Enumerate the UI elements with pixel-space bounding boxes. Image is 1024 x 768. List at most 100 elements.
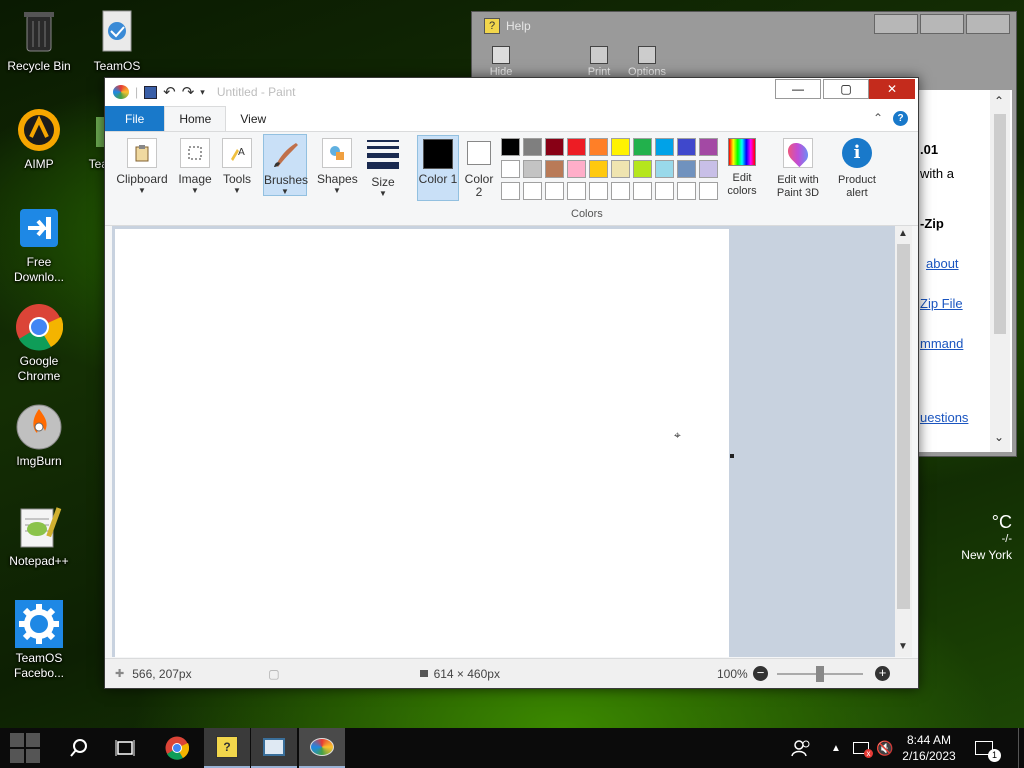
palette-swatch[interactable] [589,138,608,156]
paint-minimize-button[interactable]: — [775,79,821,99]
paint-app-icon[interactable] [113,85,129,99]
scroll-down-icon[interactable]: ▼ [898,641,908,652]
scroll-down-icon[interactable]: ⌄ [994,430,1004,444]
help-scrollbar[interactable]: ⌃ ⌄ [990,90,1010,452]
desktop-icon-notepadpp[interactable]: Notepad++ [0,503,78,569]
help-maximize-button[interactable] [920,14,964,34]
desktop-icon-free-download[interactable]: Free Downlo... [0,204,78,285]
custom-color-slot[interactable] [567,182,586,200]
scroll-thumb[interactable] [994,114,1006,334]
brushes-group[interactable]: Brushes ▼ [263,134,308,196]
palette-swatch[interactable] [567,138,586,156]
task-view-button[interactable] [102,728,148,768]
clipboard-group[interactable]: Clipboard ▼ [113,138,171,195]
start-button[interactable] [0,728,50,768]
weather-widget[interactable]: °C -/- New York [922,512,1012,568]
desktop-icon-google-chrome[interactable]: Google Chrome [0,303,78,384]
undo-icon[interactable]: ↶ [163,83,176,101]
palette-swatch[interactable] [611,160,630,178]
size-group[interactable]: Size ▼ [363,138,403,198]
palette-swatch[interactable] [545,138,564,156]
palette-swatch[interactable] [501,160,520,178]
zoom-in-icon[interactable]: + [875,666,890,681]
product-alert-button[interactable]: i Product alert [831,138,883,200]
show-hidden-icons-button[interactable]: ▲ [828,728,844,768]
help-link[interactable]: uestions [920,410,968,425]
paint-maximize-button[interactable]: ▢ [823,79,869,99]
desktop-icon-aimp[interactable]: AIMP [0,106,78,172]
palette-swatch[interactable] [699,138,718,156]
palette-swatch[interactable] [633,138,652,156]
custom-color-slot[interactable] [545,182,564,200]
tab-view[interactable]: View [226,106,280,131]
search-button[interactable] [56,728,102,768]
custom-color-slot[interactable] [633,182,652,200]
color2-button[interactable]: Color 2 [461,138,497,199]
customize-quick-access-icon[interactable]: ▾ [200,87,205,98]
palette-swatch[interactable] [567,160,586,178]
custom-color-slot[interactable] [611,182,630,200]
palette-swatch[interactable] [501,138,520,156]
paint-close-button[interactable]: ✕ [869,79,915,99]
scroll-up-icon[interactable]: ▲ [898,228,908,239]
edit-with-paint3d-button[interactable]: Edit with Paint 3D [771,138,825,200]
help-link[interactable]: mmand [920,336,963,351]
desktop-icon-recycle-bin[interactable]: Recycle Bin [0,8,78,74]
taskbar-help[interactable]: ? [204,728,250,768]
save-icon[interactable] [144,85,158,99]
color1-button[interactable]: Color 1 [417,135,459,201]
palette-swatch[interactable] [545,160,564,178]
tab-home[interactable]: Home [164,106,227,131]
palette-swatch[interactable] [677,160,696,178]
palette-swatch[interactable] [655,160,674,178]
palette-swatch[interactable] [611,138,630,156]
palette-swatch[interactable] [699,160,718,178]
help-close-button[interactable] [966,14,1010,34]
help-minimize-button[interactable] [874,14,918,34]
custom-color-slot[interactable] [501,182,520,200]
custom-color-slot[interactable] [523,182,542,200]
help-question-icon[interactable]: ? [893,111,908,126]
custom-color-slot[interactable] [677,182,696,200]
shapes-group[interactable]: Shapes ▼ [317,138,358,195]
desktop-icon-imgburn[interactable]: ImgBurn [0,403,78,469]
custom-color-slot[interactable] [655,182,674,200]
help-link[interactable]: about [926,256,959,271]
edit-colors-button[interactable]: Edit colors [721,138,763,198]
clock[interactable]: 8:44 AM 2/16/2023 [898,728,960,768]
paint-titlebar[interactable]: | ↶ ↷ ▾ Untitled - Paint — ▢ ✕ [105,78,918,106]
zoom-out-icon[interactable]: − [753,666,768,681]
zoom-slider-thumb[interactable] [816,666,824,682]
drawing-canvas[interactable]: ⌖ [115,229,729,657]
collapse-ribbon-icon[interactable]: ⌃ [873,111,883,125]
palette-swatch[interactable] [677,138,696,156]
help-hide-button[interactable]: Hide [476,46,526,78]
canvas-vertical-scrollbar[interactable]: ▲ ▼ [895,226,912,657]
image-group[interactable]: Image ▼ [175,138,215,195]
taskbar-paint[interactable] [299,728,345,768]
taskbar-chrome[interactable] [154,728,200,768]
scroll-up-icon[interactable]: ⌃ [994,94,1004,108]
volume-button[interactable]: 🔇 [874,728,896,768]
show-desktop-button[interactable] [1018,728,1024,768]
scroll-thumb[interactable] [897,244,910,609]
palette-swatch[interactable] [655,138,674,156]
palette-swatch[interactable] [523,138,542,156]
people-button[interactable] [786,728,816,768]
help-link[interactable]: Zip File [920,296,963,311]
action-center-button[interactable]: 1 [968,728,1001,768]
tools-group[interactable]: A Tools ▼ [217,138,257,195]
canvas-resize-handle[interactable] [730,454,734,458]
desktop-icon-teamos[interactable]: TeamOS [78,8,156,74]
taskbar-explorer[interactable] [251,728,297,768]
custom-color-slot[interactable] [699,182,718,200]
tab-file[interactable]: File [105,106,165,131]
custom-color-slot[interactable] [589,182,608,200]
desktop-icon-teamos-facebook[interactable]: TeamOS Facebo... [0,600,78,681]
help-options-button[interactable]: Options [622,46,672,78]
palette-swatch[interactable] [589,160,608,178]
palette-swatch[interactable] [523,160,542,178]
help-print-button[interactable]: Print [574,46,624,78]
network-button[interactable]: x [850,728,873,768]
palette-swatch[interactable] [633,160,652,178]
